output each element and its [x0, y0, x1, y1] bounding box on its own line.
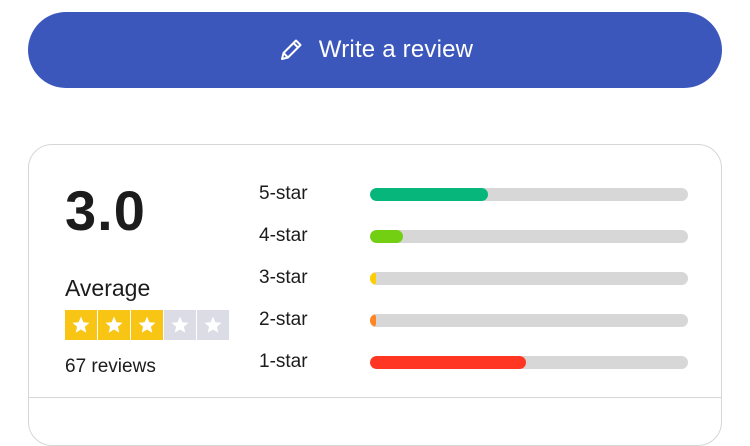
distribution-bar-fill	[370, 355, 526, 369]
card-divider	[29, 397, 721, 398]
distribution-bar-track	[370, 355, 688, 369]
distribution-bar-track	[370, 313, 688, 327]
distribution-label: 2-star	[259, 309, 308, 330]
distribution-bar-fill	[370, 229, 404, 243]
distribution-row[interactable]: 3-star	[259, 257, 689, 299]
star-filled-icon	[131, 310, 163, 340]
distribution-row[interactable]: 4-star	[259, 215, 689, 257]
distribution-row[interactable]: 1-star	[259, 341, 689, 383]
distribution-bar-track	[370, 271, 688, 285]
star-filled-icon	[65, 310, 97, 340]
pencil-icon	[277, 36, 305, 64]
distribution-label: 4-star	[259, 225, 308, 246]
distribution-bar-track	[370, 229, 688, 243]
rating-summary: 3.0 Average 67 reviews	[65, 183, 229, 378]
average-score: 3.0	[65, 179, 146, 242]
distribution-bar-track	[370, 187, 688, 201]
distribution-label: 5-star	[259, 183, 308, 204]
write-review-button[interactable]: Write a review	[28, 12, 722, 88]
rating-verdict: Average	[65, 275, 151, 301]
star-empty-icon	[164, 310, 196, 340]
review-count: 67 reviews	[65, 356, 156, 377]
star-filled-icon	[98, 310, 130, 340]
rating-summary-card: 3.0 Average 67 reviews 5-star 4-star 3-sta…	[28, 144, 722, 446]
distribution-label: 3-star	[259, 267, 308, 288]
distribution-bar-fill	[370, 271, 377, 285]
distribution-bar-fill	[370, 187, 488, 201]
distribution-label: 1-star	[259, 351, 308, 372]
star-rating	[65, 310, 229, 340]
distribution-row[interactable]: 2-star	[259, 299, 689, 341]
distribution-bar-fill	[370, 313, 377, 327]
rating-distribution: 5-star 4-star 3-star 2-star 1-star	[259, 173, 689, 383]
write-review-label: Write a review	[318, 36, 474, 63]
distribution-row[interactable]: 5-star	[259, 173, 689, 215]
star-empty-icon	[197, 310, 229, 340]
